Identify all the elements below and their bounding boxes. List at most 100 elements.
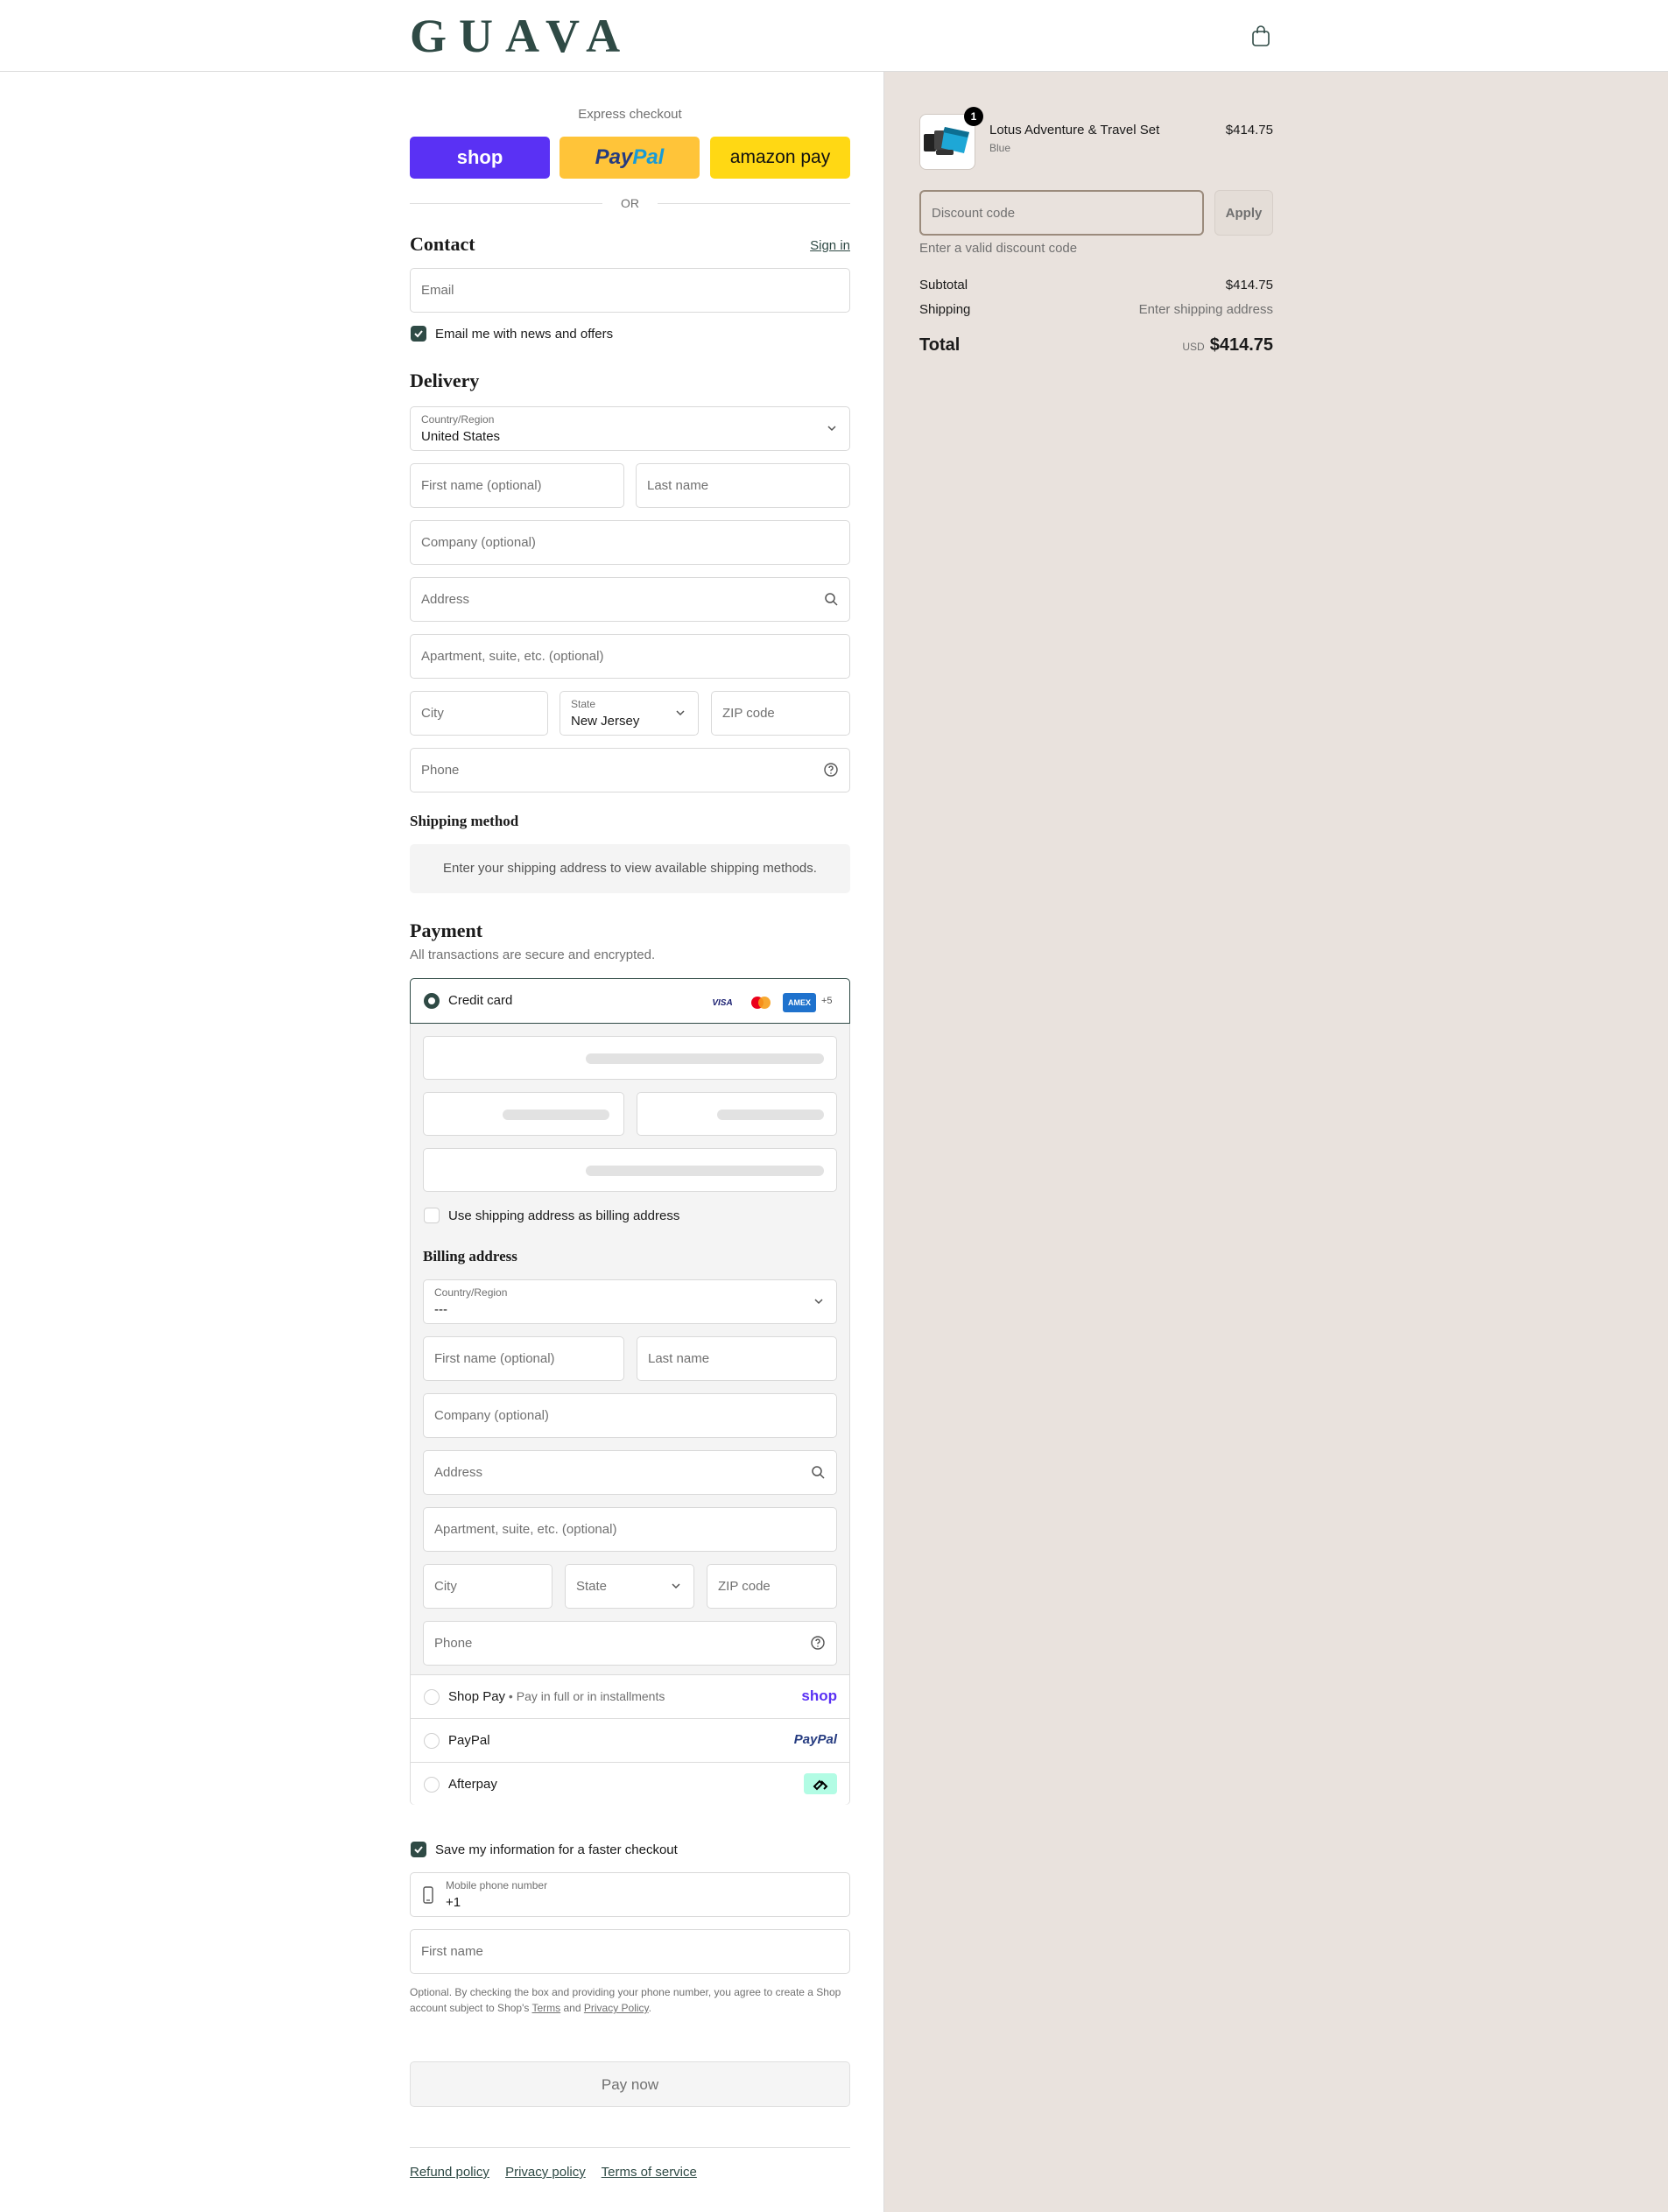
credit-card-option[interactable]: Credit card VISA AMEX +5	[410, 978, 850, 1024]
mobile-phone-icon	[423, 1886, 433, 1904]
refund-policy-link[interactable]: Refund policy	[410, 2165, 489, 2180]
product-price: $414.75	[1225, 123, 1273, 137]
save-info-label: Save my information for a faster checkou…	[435, 1842, 678, 1857]
or-divider: OR	[410, 194, 850, 212]
shop-pay-label: Shop Pay • Pay in full or in installment…	[448, 1689, 665, 1704]
zip-field[interactable]: ZIP code	[711, 691, 850, 736]
state-select[interactable]: State New Jersey	[560, 691, 699, 736]
save-info-checkbox[interactable]	[411, 1842, 426, 1857]
city-field[interactable]: City	[410, 691, 548, 736]
card-number-field[interactable]	[423, 1036, 837, 1080]
mastercard-icon	[744, 993, 778, 1012]
billing-same-label: Use shipping address as billing address	[448, 1208, 680, 1223]
billing-apartment-field[interactable]: Apartment, suite, etc. (optional)	[423, 1507, 837, 1552]
privacy-policy-footer-link[interactable]: Privacy policy	[505, 2165, 586, 2180]
billing-last-name-field[interactable]: Last name	[637, 1336, 837, 1381]
currency-code: USD	[1182, 341, 1205, 353]
chevron-down-icon	[676, 710, 685, 716]
shop-pay-radio[interactable]	[424, 1689, 440, 1705]
paypal-option[interactable]: PayPal PayPal	[411, 1719, 849, 1763]
mobile-phone-field[interactable]: Mobile phone number +1	[410, 1872, 850, 1917]
help-icon[interactable]	[823, 762, 839, 778]
payment-subtitle: All transactions are secure and encrypte…	[410, 947, 656, 962]
visa-icon: VISA	[706, 993, 739, 1012]
paypal-logo-icon: PayPal	[793, 1732, 837, 1747]
card-name-field[interactable]	[423, 1148, 837, 1192]
newsletter-label: Email me with news and offers	[435, 327, 614, 342]
billing-company-field[interactable]: Company (optional)	[423, 1393, 837, 1438]
apartment-field[interactable]: Apartment, suite, etc. (optional)	[410, 634, 850, 679]
afterpay-option[interactable]: Afterpay	[411, 1763, 849, 1805]
chevron-down-icon	[672, 1583, 680, 1589]
remember-first-name-field[interactable]: First name	[410, 1929, 850, 1974]
total-label: Total	[919, 335, 961, 355]
subtotal-label: Subtotal	[919, 278, 968, 292]
email-field[interactable]: Email	[410, 268, 850, 313]
shop-pay-option[interactable]: Shop Pay • Pay in full or in installment…	[411, 1675, 849, 1719]
delivery-heading: Delivery	[410, 370, 480, 391]
newsletter-checkbox[interactable]	[411, 326, 426, 342]
bag-icon[interactable]	[1250, 25, 1271, 47]
total-value: $414.75	[1209, 335, 1273, 355]
billing-address-field[interactable]: Address	[423, 1450, 837, 1495]
last-name-field[interactable]: Last name	[636, 463, 850, 508]
terms-link[interactable]: Terms	[532, 2002, 561, 2014]
payment-heading: Payment	[410, 919, 483, 941]
store-logo[interactable]: GUAVA	[410, 9, 632, 63]
billing-country-select[interactable]: Country/Region ---	[423, 1279, 837, 1324]
more-cards-count: +5	[821, 996, 833, 1006]
billing-address-heading: Billing address	[423, 1248, 517, 1265]
discount-error: Enter a valid discount code	[919, 241, 1078, 256]
credit-card-radio[interactable]	[424, 993, 440, 1009]
contact-heading: Contact	[410, 233, 475, 255]
card-security-code-field[interactable]	[637, 1092, 837, 1136]
product-name: Lotus Adventure & Travel Set	[989, 123, 1160, 137]
billing-state-select[interactable]: State	[565, 1564, 694, 1609]
billing-city-field[interactable]: City	[423, 1564, 552, 1609]
terms-of-service-link[interactable]: Terms of service	[602, 2165, 697, 2180]
apply-discount-button[interactable]: Apply	[1214, 190, 1273, 236]
first-name-field[interactable]: First name (optional)	[410, 463, 624, 508]
quantity-badge: 1	[964, 107, 983, 126]
billing-same-checkbox[interactable]	[424, 1208, 440, 1223]
product-variant: Blue	[989, 142, 1011, 154]
privacy-policy-link[interactable]: Privacy Policy	[584, 2002, 649, 2014]
footer-divider	[410, 2147, 850, 2148]
credit-card-form: Use shipping address as billing address …	[411, 1024, 849, 1675]
payment-methods: Credit card VISA AMEX +5 Use shipping ad…	[410, 978, 850, 1805]
billing-phone-field[interactable]: Phone	[423, 1621, 837, 1666]
phone-field[interactable]: Phone	[410, 748, 850, 793]
amazon-pay-button[interactable]: amazon pay	[710, 137, 850, 179]
chevron-down-icon	[814, 1299, 823, 1305]
subtotal-value: $414.75	[1225, 278, 1273, 292]
amex-icon: AMEX	[783, 993, 816, 1012]
afterpay-radio[interactable]	[424, 1777, 440, 1793]
address-field[interactable]: Address	[410, 577, 850, 622]
afterpay-logo-icon	[804, 1773, 837, 1794]
shop-account-disclaimer: Optional. By checking the box and provid…	[410, 1986, 841, 2014]
search-icon	[825, 593, 838, 606]
paypal-button[interactable]: Pay Pal	[560, 137, 700, 179]
shipping-label: Shipping	[919, 302, 971, 317]
help-icon[interactable]	[810, 1635, 826, 1651]
credit-card-label: Credit card	[448, 993, 513, 1008]
total-amount: USD $414.75	[1098, 335, 1273, 356]
order-summary: 1 Lotus Adventure & Travel Set Blue $414…	[883, 72, 1668, 2212]
paypal-radio[interactable]	[424, 1733, 440, 1749]
billing-zip-field[interactable]: ZIP code	[707, 1564, 837, 1609]
company-field[interactable]: Company (optional)	[410, 520, 850, 565]
shipping-notice: Enter your shipping address to view avai…	[410, 844, 850, 893]
shop-logo-icon: shop	[801, 1687, 837, 1704]
card-expiry-field[interactable]	[423, 1092, 624, 1136]
pay-now-button[interactable]: Pay now	[410, 2061, 850, 2107]
paypal-label: PayPal	[448, 1733, 490, 1748]
site-header: GUAVA	[0, 0, 1668, 72]
shop-pay-button[interactable]: shop	[410, 137, 550, 179]
chevron-down-icon	[827, 426, 836, 432]
billing-first-name-field[interactable]: First name (optional)	[423, 1336, 624, 1381]
country-select[interactable]: Country/Region United States	[410, 406, 850, 451]
sign-in-link[interactable]: Sign in	[810, 238, 850, 253]
discount-code-input[interactable]: Discount code	[919, 190, 1204, 236]
search-icon	[812, 1466, 825, 1479]
afterpay-label: Afterpay	[448, 1777, 497, 1792]
